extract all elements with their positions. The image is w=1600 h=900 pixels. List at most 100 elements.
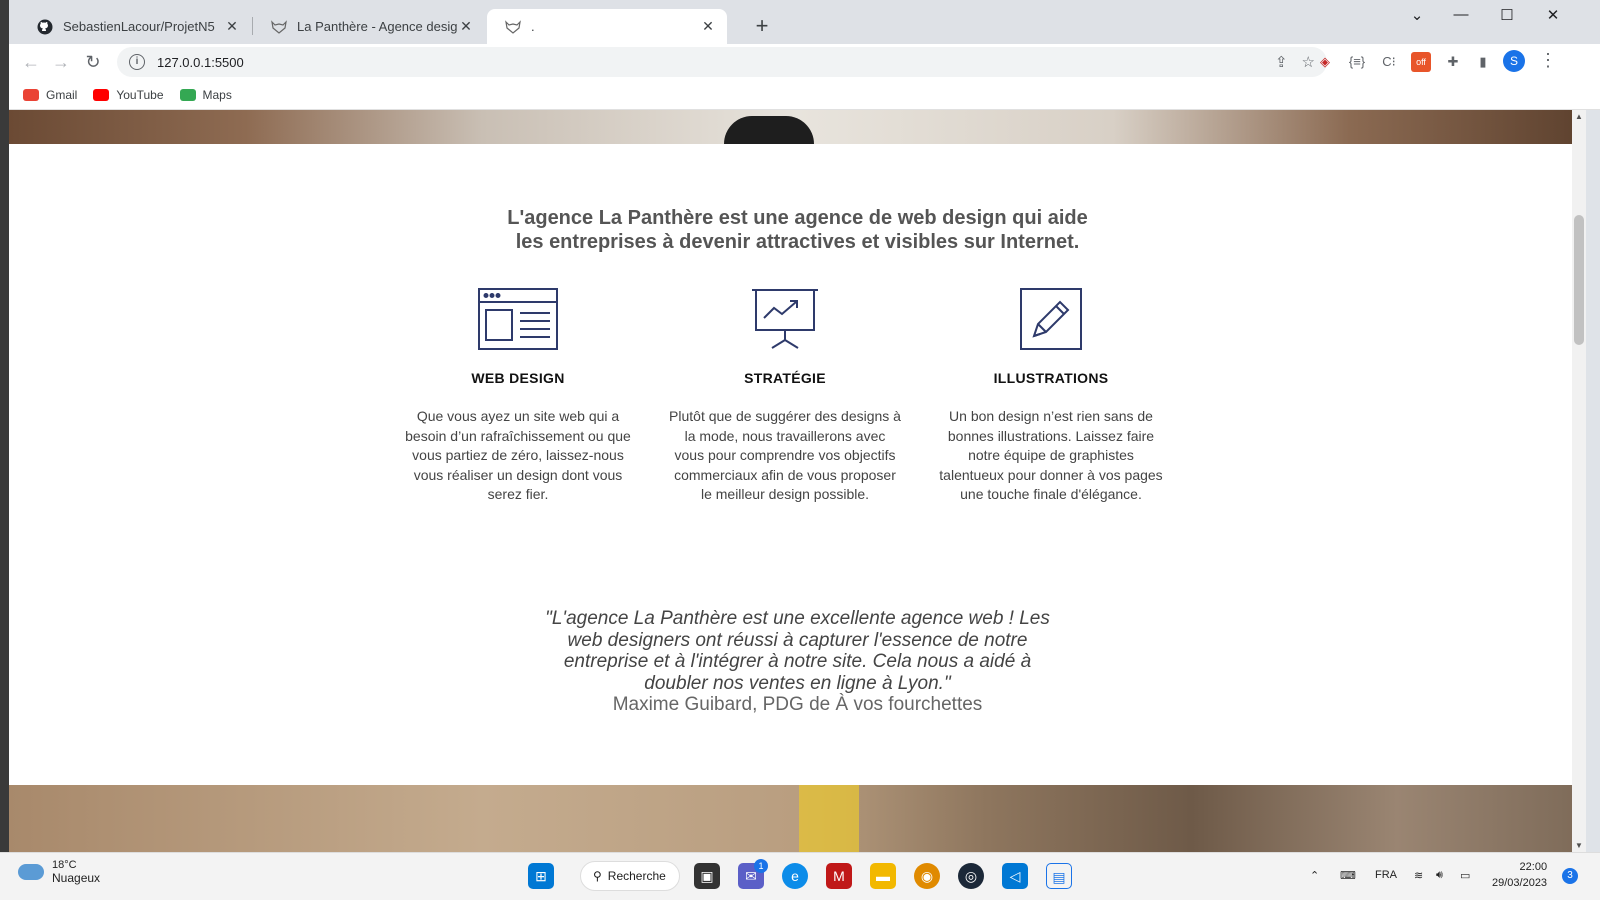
notification-badge[interactable]: 3 xyxy=(1562,868,1578,884)
extensions-puzzle-icon[interactable]: ✚ xyxy=(1443,52,1463,72)
page-viewport: L'agence La Panthère est une agence de w… xyxy=(9,110,1586,852)
testimonial-author: Maxime Guibard, PDG de À vos fourchettes xyxy=(612,694,983,716)
tab-title: . xyxy=(531,19,535,34)
intro-text: L'agence La Panthère est une agence de w… xyxy=(9,206,1586,254)
close-icon[interactable]: ✕ xyxy=(223,18,241,35)
page-scrollbar[interactable]: ▲ ▼ xyxy=(1572,110,1586,852)
tab-title: SebastienLacour/ProjetN5 xyxy=(63,19,215,34)
extension-off-icon[interactable]: off xyxy=(1411,52,1431,72)
bookmark-label: Maps xyxy=(202,87,232,102)
windows-start-icon[interactable]: ⊞ xyxy=(528,863,554,889)
share-icon[interactable]: ⇪ xyxy=(1275,53,1288,71)
site-info-icon[interactable]: i xyxy=(129,54,145,70)
taskbar-search[interactable]: ⚲ Recherche xyxy=(580,861,680,891)
quote-line: doubler nos ventes en ligne à Lyon." xyxy=(644,672,951,694)
browser-toolbar: ← → ↻ i 127.0.0.1:5500 ⇪ ☆ ◈ {≡} C⁝ off … xyxy=(9,44,1600,80)
bookmark-label: Gmail xyxy=(46,87,78,102)
clock-time: 22:00 xyxy=(1519,861,1548,873)
windows-taskbar: 18°C Nuageux ⊞ ⚲ Recherche ▣ ✉ 1 e M ▬ ◉… xyxy=(0,852,1600,900)
maps-icon xyxy=(179,88,196,101)
keyboard-icon[interactable]: ⌨ xyxy=(1340,869,1356,882)
battery-icon[interactable]: ▭ xyxy=(1460,869,1470,882)
taskbar-clock[interactable]: 22:00 29/03/2023 xyxy=(1492,859,1547,891)
testimonial: "L'agence La Panthère est une excellente… xyxy=(9,608,1586,716)
service-title: STRATÉGIE xyxy=(744,370,826,386)
steam-icon[interactable]: ◎ xyxy=(958,863,984,889)
search-label: Recherche xyxy=(607,869,666,883)
address-bar[interactable]: i 127.0.0.1:5500 ⇪ ☆ xyxy=(117,47,1327,77)
extension-shield-icon[interactable]: ◈ xyxy=(1315,52,1335,72)
tab-search-chevron-icon[interactable]: ⌄ xyxy=(1397,6,1437,24)
extension-c-icon[interactable]: C⁝ xyxy=(1379,52,1399,72)
close-window-button[interactable]: ✕ xyxy=(1533,6,1573,24)
service-title: WEB DESIGN xyxy=(471,370,565,386)
volume-icon[interactable]: 🔊︎ xyxy=(1436,869,1443,882)
clock-date: 29/03/2023 xyxy=(1492,877,1548,889)
scroll-down-icon[interactable]: ▼ xyxy=(1572,841,1586,850)
youtube-icon xyxy=(93,88,110,101)
weather-widget[interactable]: 18°C Nuageux xyxy=(18,859,100,885)
service-strategie: STRATÉGIE Plutôt que de suggérer des des… xyxy=(669,288,901,505)
bookmark-youtube[interactable]: YouTube xyxy=(93,87,164,102)
search-icon: ⚲ xyxy=(593,869,602,883)
bookmark-gmail[interactable]: Gmail xyxy=(23,88,77,102)
minimize-button[interactable]: — xyxy=(1441,6,1481,23)
tab-active[interactable]: . ✕ xyxy=(487,9,727,44)
hero-image-bottom xyxy=(9,785,1586,852)
weather-desc: Nuageux xyxy=(52,871,101,885)
edge-icon[interactable]: e xyxy=(782,863,808,889)
browser-window: SebastienLacour/ProjetN5 ✕ La Panthère -… xyxy=(9,0,1600,852)
language-indicator[interactable]: FRA xyxy=(1375,869,1397,881)
intro-line: L'agence La Panthère est une agence de w… xyxy=(507,207,1088,229)
file-explorer-icon[interactable]: ▬ xyxy=(870,863,896,889)
close-icon[interactable]: ✕ xyxy=(699,18,717,35)
service-illustrations: ILLUSTRATIONS Un bon design n’est rien s… xyxy=(935,288,1167,505)
pencil-square-icon xyxy=(935,288,1167,352)
firefox-icon[interactable]: ◉ xyxy=(914,863,940,889)
bookmark-star-icon[interactable]: ☆ xyxy=(1302,53,1315,71)
reload-button[interactable]: ↻ xyxy=(81,50,105,74)
gmail-icon xyxy=(23,88,39,101)
menu-kebab-icon[interactable]: ⋮ xyxy=(1539,50,1557,71)
profile-avatar[interactable]: S xyxy=(1503,50,1525,72)
github-icon xyxy=(37,19,53,35)
service-web-design: WEB DESIGN Que vous ayez un site web qui… xyxy=(402,288,634,505)
quote-line: "L'agence La Panthère est une excellente… xyxy=(545,608,1050,629)
forward-button[interactable]: → xyxy=(49,50,73,74)
hero-image-top xyxy=(9,110,1586,144)
bookmarks-bar: Gmail YouTube Maps xyxy=(9,80,1600,110)
cloud-icon xyxy=(18,864,44,880)
back-button[interactable]: ← xyxy=(19,50,43,74)
task-view-icon[interactable]: ▣ xyxy=(694,863,720,889)
extension-json-icon[interactable]: {≡} xyxy=(1347,52,1367,72)
testimonial-quote: "L'agence La Panthère est une excellente… xyxy=(9,608,1586,694)
bookmark-maps[interactable]: Maps xyxy=(179,87,232,102)
quote-line: web designers ont réussi à capturer l'es… xyxy=(567,629,1028,651)
panther-icon xyxy=(271,19,287,35)
scrollbar-thumb[interactable] xyxy=(1574,215,1584,345)
panther-icon xyxy=(505,19,521,35)
tab-github[interactable]: SebastienLacour/ProjetN5 ✕ xyxy=(19,9,251,44)
notepad-icon[interactable]: ▤ xyxy=(1046,863,1072,889)
service-text: Plutôt que de suggérer des designs à la … xyxy=(669,408,901,503)
side-panel-icon[interactable]: ▮ xyxy=(1473,52,1493,72)
mcafee-icon[interactable]: M xyxy=(826,863,852,889)
tab-strip: SebastienLacour/ProjetN5 ✕ La Panthère -… xyxy=(9,0,1600,44)
maximize-button[interactable]: ☐ xyxy=(1487,6,1527,24)
browser-window-icon xyxy=(402,288,634,352)
presentation-chart-icon xyxy=(669,288,901,352)
weather-temp: 18°C xyxy=(52,859,77,871)
new-tab-button[interactable]: + xyxy=(749,13,775,39)
vscode-icon[interactable]: ◁ xyxy=(1002,863,1028,889)
wifi-icon[interactable]: ≋ xyxy=(1414,869,1423,882)
tray-overflow-chevron-icon[interactable]: ⌃ xyxy=(1310,869,1319,882)
tab-panthere[interactable]: La Panthère - Agence design ✕ xyxy=(253,9,485,44)
scroll-up-icon[interactable]: ▲ xyxy=(1572,112,1586,121)
quote-line: entreprise et à l'intégrer à notre site.… xyxy=(563,651,1032,673)
teams-badge: 1 xyxy=(754,859,768,873)
bookmark-label: YouTube xyxy=(116,87,164,102)
url-text: 127.0.0.1:5500 xyxy=(157,54,244,70)
service-text: Un bon design n’est rien sans de bonnes … xyxy=(939,408,1163,503)
close-icon[interactable]: ✕ xyxy=(457,18,475,35)
service-text: Que vous ayez un site web qui a besoin d… xyxy=(405,408,631,503)
